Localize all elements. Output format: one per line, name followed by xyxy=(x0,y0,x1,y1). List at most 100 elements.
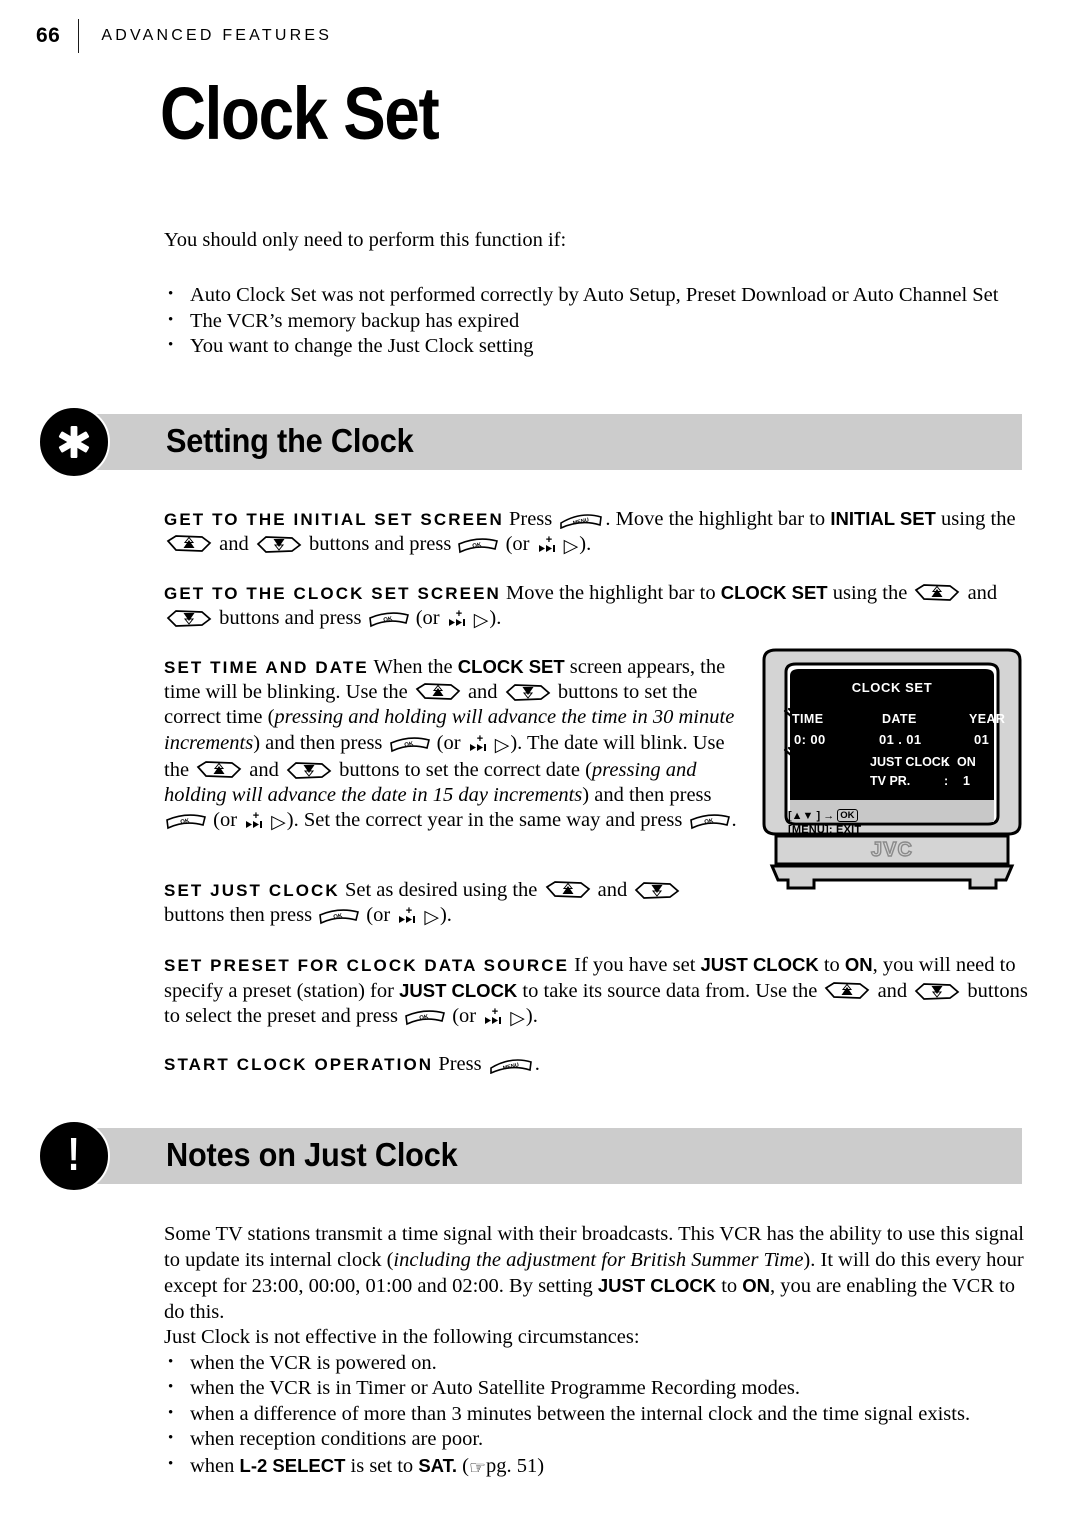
menu-button-icon: MENU xyxy=(488,1054,534,1074)
ok-button-icon: OK xyxy=(389,733,431,753)
down-rocker-button-icon xyxy=(286,760,332,780)
step-set-preset-for-clock-data-source: SET PRESET FOR CLOCK DATA SOURCE If you … xyxy=(164,952,1030,1032)
step-text: (or xyxy=(213,809,238,832)
step-text: Press xyxy=(438,1053,482,1075)
up-rocker-button-icon xyxy=(166,534,212,554)
step-text: . Move the highlight bar to xyxy=(605,508,826,530)
step-tag: SET JUST CLOCK xyxy=(164,881,340,900)
list-item: You want to change the Just Clock settin… xyxy=(164,333,1030,360)
down-rocker-button-icon xyxy=(505,682,551,702)
step-text: and xyxy=(967,582,998,604)
osd-just-clock-label: JUST CLOCK xyxy=(870,755,950,769)
down-rocker-button-icon xyxy=(914,981,960,1001)
step-text: Press xyxy=(508,508,553,530)
section-title: Notes on Just Clock xyxy=(166,1136,458,1174)
osd-value-year: 01 xyxy=(974,732,990,747)
step-text: using the xyxy=(832,582,908,604)
step-get-to-clock-set-screen: GET TO THE CLOCK SET SCREEN Move the hig… xyxy=(164,580,1026,633)
keyword: JUST CLOCK xyxy=(399,980,518,1002)
svg-text:OK: OK xyxy=(419,1014,430,1022)
step-tag: SET TIME AND DATE xyxy=(164,658,369,677)
exclamation-glyph: ! xyxy=(67,1128,81,1180)
step-get-to-initial-set-screen: GET TO THE INITIAL SET SCREEN Press MENU… xyxy=(164,506,1026,559)
right-arrow-icon: ▷ xyxy=(510,1008,525,1030)
step-text: to xyxy=(823,954,840,976)
notes-emphasis: including the adjustment for British Sum… xyxy=(393,1248,804,1271)
keyword: JUST CLOCK xyxy=(597,1275,717,1296)
right-arrow-icon: ▷ xyxy=(473,610,489,632)
header-divider xyxy=(78,19,80,53)
step-tag: SET PRESET FOR CLOCK DATA SOURCE xyxy=(164,956,570,975)
keyword: ON xyxy=(844,954,873,975)
list-item: when the VCR is powered on. xyxy=(164,1350,1030,1377)
ok-button-icon: OK xyxy=(404,1006,446,1026)
osd-tv-pr-label: TV PR. xyxy=(870,774,911,788)
step-text: and xyxy=(219,533,249,556)
down-rocker-button-icon xyxy=(166,608,212,628)
step-text: ). xyxy=(579,533,592,556)
keyword: CLOCK SET xyxy=(720,582,828,603)
step-text: ). xyxy=(489,607,502,630)
osd-overlay: CLOCK SET TIME DATE YEAR 0: 00 01 . 01 0… xyxy=(758,648,1026,890)
step-text: to take its source data from. Use the xyxy=(522,980,818,1003)
step-text: . xyxy=(534,1053,540,1075)
svg-text:+: + xyxy=(545,534,551,546)
section-title: Setting the Clock xyxy=(166,422,414,460)
step-text: and xyxy=(877,980,908,1003)
osd-ok-key-icon: OK xyxy=(837,809,858,822)
step-text: ) and then press xyxy=(582,784,712,807)
step-text: Set as desired using the xyxy=(344,879,538,901)
step-text: (or xyxy=(436,731,461,754)
step-text: buttons and press xyxy=(308,533,452,556)
osd-tv-pr-value: 1 xyxy=(963,774,970,788)
fast-forward-plus-icon: + xyxy=(396,905,422,925)
step-text: and xyxy=(597,879,628,901)
step-text: (or xyxy=(505,533,530,556)
pointing-hand-icon: ☞ xyxy=(468,1457,487,1479)
osd-value-time: 0: 00 xyxy=(794,732,826,747)
svg-text:+: + xyxy=(253,810,259,822)
page-reference: pg. 51) xyxy=(486,1454,545,1477)
running-head: 66 ADVANCED FEATURES xyxy=(36,18,332,54)
svg-text:OK: OK xyxy=(333,913,344,921)
ok-button-icon: OK xyxy=(689,810,731,830)
step-text: When the xyxy=(373,656,453,678)
keyword: L-2 SELECT xyxy=(239,1454,346,1476)
step-text: (or xyxy=(366,904,391,927)
manual-page: 66 ADVANCED FEATURES Clock Set You shoul… xyxy=(0,0,1080,1526)
svg-text:MENU: MENU xyxy=(573,517,590,526)
step-text: ). Set the correct year in the same way … xyxy=(286,809,683,832)
step-text: ). xyxy=(439,904,452,927)
step-text: (or xyxy=(415,607,440,630)
intro-bullet-list: Auto Clock Set was not performed correct… xyxy=(164,282,1030,360)
svg-text:MENU: MENU xyxy=(502,1062,519,1071)
step-text: ) and then press xyxy=(253,731,383,754)
notes-lead: Just Clock is not effective in the follo… xyxy=(164,1326,640,1348)
fast-forward-plus-icon: + xyxy=(446,608,472,628)
step-text: buttons then press xyxy=(164,904,313,927)
ok-button-icon: OK xyxy=(165,810,207,830)
keyword: ON xyxy=(742,1275,771,1296)
step-set-time-and-date: SET TIME AND DATE When the CLOCK SET scr… xyxy=(164,654,742,835)
fast-forward-plus-icon: + xyxy=(482,1006,508,1026)
step-text: buttons to set the correct date ( xyxy=(339,758,592,781)
menu-button-icon: MENU xyxy=(558,509,604,529)
notes-bullet-list: Just Clock is not effective in the follo… xyxy=(164,1325,1030,1481)
list-item: The VCR’s memory backup has expired xyxy=(164,308,1030,335)
fast-forward-plus-icon: + xyxy=(243,810,269,830)
step-text: and xyxy=(249,758,279,781)
step-text: If you have set xyxy=(574,954,696,976)
step-text: using the xyxy=(940,508,1016,530)
osd-title: CLOCK SET xyxy=(851,680,933,695)
list-item-text: when xyxy=(190,1454,235,1477)
osd-footer-exit: [MENU]: EXIT xyxy=(788,824,862,836)
page-title: Clock Set xyxy=(160,72,440,155)
notes-text: to xyxy=(721,1275,738,1297)
up-rocker-button-icon xyxy=(196,760,242,780)
right-arrow-icon: ▷ xyxy=(424,907,439,929)
page-number: 66 xyxy=(36,24,61,47)
step-tag: GET TO THE CLOCK SET SCREEN xyxy=(164,584,501,603)
list-item-text: is set to xyxy=(350,1454,414,1477)
down-rocker-button-icon xyxy=(634,880,680,900)
keyword: SAT. xyxy=(418,1454,458,1476)
